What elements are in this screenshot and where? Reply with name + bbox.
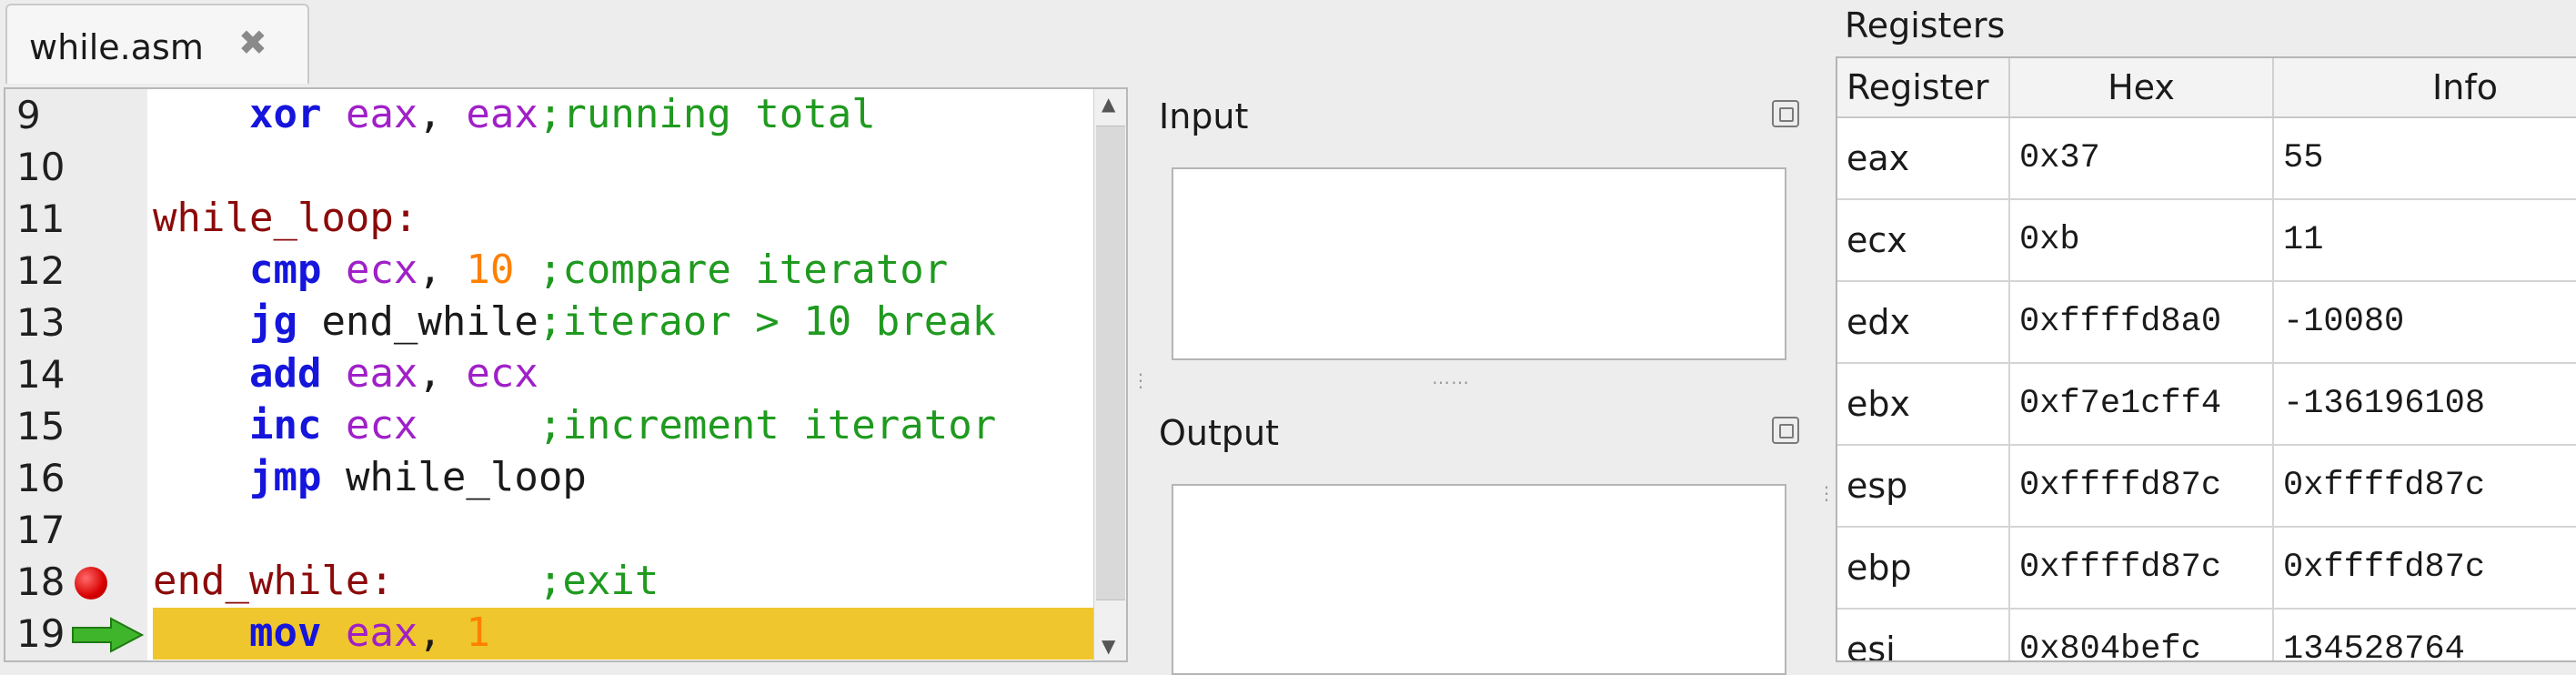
table-row[interactable]: eax 0x37 55 (1837, 118, 2576, 200)
code-line[interactable]: 14 add eax, ecx (5, 348, 1126, 400)
code-text: cmp ecx, 10 ;compare iterator (248, 247, 949, 293)
register-name: ebp (1837, 528, 2010, 608)
register-hex: 0x37 (2010, 118, 2274, 198)
code-text: inc ecx ;increment iterator (248, 402, 997, 448)
tab-label: while.asm (29, 27, 204, 67)
line-number: 15 (16, 404, 65, 448)
code-line[interactable]: 18 end_while: ;exit (5, 556, 1126, 608)
input-field[interactable] (1172, 167, 1786, 360)
current-line-arrow-icon (72, 617, 144, 653)
register-info: -136196108 (2283, 385, 2486, 423)
code-line[interactable]: 15 inc ecx ;increment iterator (5, 400, 1126, 452)
register-name: edx (1837, 282, 2010, 362)
column-header-hex[interactable]: Hex (2010, 58, 2274, 116)
code-text: jg end_while;iteraor > 10 break (248, 298, 997, 345)
table-row[interactable]: esi 0x804befc 134528764 (1837, 610, 2576, 662)
register-hex: 0xffffd8a0 (2010, 282, 2274, 362)
code-text: jmp while_loop (248, 454, 587, 500)
register-info: 134528764 (2283, 630, 2465, 662)
line-number: 11 (16, 196, 65, 241)
register-name: eax (1837, 118, 2010, 198)
tab-while-asm[interactable]: while.asm ✖ (5, 4, 309, 84)
scroll-down-icon[interactable]: ▼ (1102, 635, 1115, 657)
line-number: 17 (16, 508, 65, 552)
code-line[interactable]: 9 xor eax, eax;running total (5, 89, 1126, 141)
code-editor[interactable]: 9 xor eax, eax;running total 10 11 while… (4, 87, 1128, 662)
editor-scrollbar[interactable]: ▲ ▼ (1093, 89, 1126, 660)
code-line[interactable]: 17 (5, 504, 1126, 556)
code-line[interactable]: 16 jmp while_loop (5, 452, 1126, 504)
scrollbar-thumb[interactable] (1096, 126, 1125, 600)
code-line-current[interactable]: 19 mov eax, 1 (5, 608, 1126, 660)
line-number: 13 (16, 300, 65, 345)
register-info: 0xffffd87c (2283, 549, 2486, 587)
line-number: 14 (16, 352, 65, 397)
io-panel: ⋮ Input ⋯⋯ Output (1132, 87, 1810, 675)
column-header-info[interactable]: Info (2274, 58, 2576, 116)
line-number: 16 (16, 456, 65, 500)
registers-title: Registers (1845, 5, 2006, 45)
table-row[interactable]: esp 0xffffd87c 0xffffd87c (1837, 446, 2576, 528)
register-name: esi (1837, 610, 2010, 660)
input-title: Input (1159, 96, 1249, 136)
table-row[interactable]: ebx 0xf7e1cff4 -136196108 (1837, 364, 2576, 446)
code-text: mov eax, 1 (248, 610, 490, 656)
output-title: Output (1159, 413, 1279, 453)
code-text: while_loop: (153, 195, 418, 241)
code-text: end_while: ;exit (153, 558, 659, 604)
column-header-register[interactable]: Register (1837, 58, 2010, 116)
table-row[interactable]: edx 0xffffd8a0 -10080 (1837, 282, 2576, 364)
register-hex: 0xf7e1cff4 (2010, 364, 2274, 444)
code-line[interactable]: 12 cmp ecx, 10 ;compare iterator (5, 245, 1126, 297)
register-info: 11 (2283, 221, 2324, 259)
panel-splitter[interactable]: ⋮ (1810, 55, 1836, 662)
splitter-grip-icon[interactable]: ⋮ (1817, 482, 1836, 504)
code-line[interactable]: 10 (5, 141, 1126, 193)
scroll-up-icon[interactable]: ▲ (1102, 93, 1115, 115)
line-number: 10 (16, 145, 65, 189)
code-line[interactable]: 11 while_loop: (5, 193, 1126, 245)
breakpoint-icon[interactable] (75, 567, 107, 599)
close-icon[interactable]: ✖ (238, 25, 267, 60)
undock-icon[interactable] (1772, 417, 1799, 444)
register-hex: 0xb (2010, 200, 2274, 280)
output-area (1172, 484, 1786, 675)
register-hex: 0xffffd87c (2010, 446, 2274, 526)
tab-bar: while.asm ✖ (0, 0, 1810, 84)
register-name: esp (1837, 446, 2010, 526)
register-hex: 0xffffd87c (2010, 528, 2274, 608)
register-name: ecx (1837, 200, 2010, 280)
register-name: ebx (1837, 364, 2010, 444)
undock-icon[interactable] (1772, 100, 1799, 127)
table-row[interactable]: ebp 0xffffd87c 0xffffd87c (1837, 528, 2576, 610)
splitter-grip-icon[interactable]: ⋯⋯ (1432, 371, 1470, 393)
register-info: -10080 (2283, 303, 2405, 341)
registers-table[interactable]: Register Hex Info eax 0x37 55 ecx 0xb 11 edx 0x… (1836, 56, 2576, 662)
code-text: add eax, ecx (248, 350, 538, 397)
table-header: Register Hex Info (1837, 58, 2576, 118)
line-number: 12 (16, 248, 65, 293)
table-row[interactable]: ecx 0xb 11 (1837, 200, 2576, 282)
splitter-grip-icon[interactable]: ⋮ (1132, 369, 1151, 391)
register-hex: 0x804befc (2010, 610, 2274, 660)
code-text: xor eax, eax;running total (248, 91, 876, 137)
code-line[interactable]: 13 jg end_while;iteraor > 10 break (5, 297, 1126, 348)
register-info: 55 (2283, 139, 2324, 177)
line-number: 9 (16, 93, 41, 137)
register-info: 0xffffd87c (2283, 467, 2486, 505)
line-number: 18 (16, 559, 65, 604)
line-number: 19 (16, 611, 65, 656)
